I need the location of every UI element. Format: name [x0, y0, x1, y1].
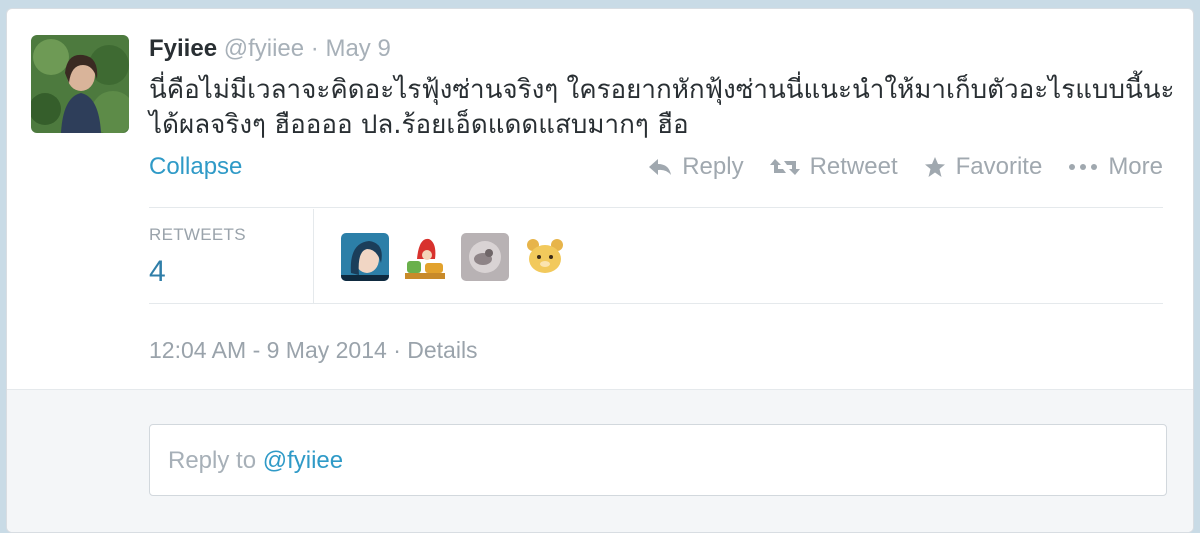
tweet-timestamp[interactable]: 12:04 AM - 9 May 2014 · Details [149, 337, 478, 364]
tweet-actions: Reply Retweet Favorite More [648, 153, 1163, 181]
tweet-text-line-1: นี่คือไม่มีเวลาจะคิดอะไรฟุ้งซ่านจริงๆ ใค… [149, 75, 1175, 105]
divider-bottom [149, 303, 1163, 304]
tweet-card: Fyiiee @fyiiee · May 9 นี่คือไม่มีเวลาจะ… [6, 8, 1194, 533]
star-icon [924, 156, 946, 178]
favorite-button[interactable]: Favorite [924, 153, 1043, 181]
tweet-header: Fyiiee @fyiiee · May 9 [149, 35, 391, 63]
tweet-text-line-2: ได้ผลจริงๆ ฮืออออ ปล.ร้อยเอ็ดแดดแสบมากๆ … [149, 110, 689, 140]
header-separator: · [310, 35, 319, 62]
retweets-count[interactable]: 4 [149, 255, 166, 289]
tweet-text: นี่คือไม่มีเวลาจะคิดอะไรฟุ้งซ่านจริงๆ ใค… [149, 73, 1179, 143]
favorite-label: Favorite [955, 153, 1043, 180]
retweets-label: RETWEETS [149, 225, 246, 244]
retweet-icon [769, 157, 800, 177]
retweeter-avatars [341, 233, 569, 281]
ellipsis-icon [1068, 163, 1098, 171]
retweet-label: Retweet [809, 153, 898, 180]
user-handle[interactable]: @fyiiee [224, 35, 304, 62]
more-button[interactable]: More [1068, 153, 1163, 181]
retweet-button[interactable]: Retweet [769, 153, 898, 181]
stats-divider [313, 209, 314, 303]
reply-footer: Reply to @fyiiee [7, 389, 1193, 532]
more-label: More [1108, 153, 1163, 180]
retweeter-avatar-4[interactable] [521, 233, 569, 281]
reply-icon [648, 157, 672, 177]
reply-button[interactable]: Reply [648, 153, 744, 181]
divider-top [149, 207, 1163, 208]
collapse-link[interactable]: Collapse [149, 153, 242, 181]
reply-input[interactable]: Reply to @fyiiee [149, 424, 1167, 496]
retweeter-avatar-2[interactable] [401, 233, 449, 281]
tweet-date[interactable]: May 9 [325, 35, 390, 62]
reply-mention: @fyiiee [262, 447, 344, 474]
user-name[interactable]: Fyiiee [149, 35, 217, 62]
reply-label: Reply [682, 153, 744, 180]
retweeter-avatar-1[interactable] [341, 233, 389, 281]
retweeter-avatar-3[interactable] [461, 233, 509, 281]
reply-prefix: Reply to [168, 447, 263, 474]
avatar[interactable] [31, 35, 129, 133]
